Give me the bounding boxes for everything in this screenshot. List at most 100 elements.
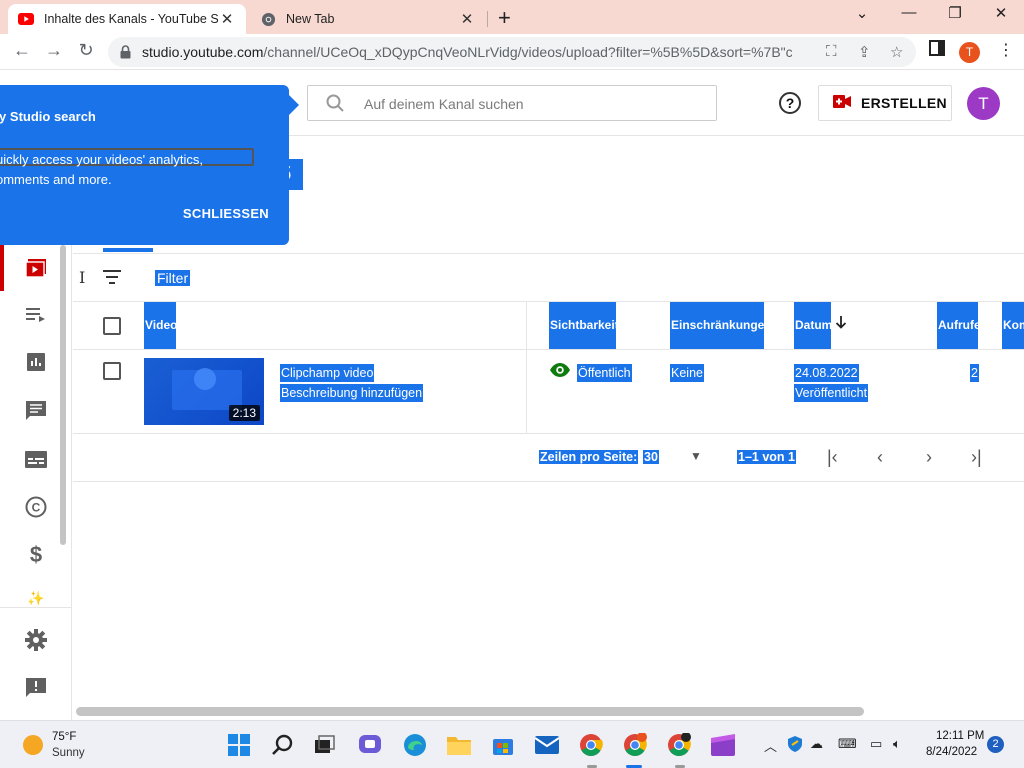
analytics-icon bbox=[27, 353, 45, 371]
last-page-icon[interactable]: ›| bbox=[971, 447, 982, 468]
column-header-date[interactable]: Datum bbox=[794, 302, 832, 349]
column-header-comments[interactable]: Kom bbox=[1002, 302, 1024, 349]
forward-icon[interactable]: → bbox=[42, 40, 66, 61]
help-icon[interactable]: ? bbox=[779, 92, 801, 114]
sidebar-item-settings[interactable] bbox=[24, 628, 48, 652]
video-thumbnail[interactable]: 2:13 bbox=[144, 358, 264, 425]
playlist-icon bbox=[26, 308, 45, 322]
tray-overflow-chevron-icon[interactable]: ︿ bbox=[764, 736, 777, 755]
clipchamp-icon[interactable] bbox=[710, 732, 736, 758]
dropdown-arrow-icon[interactable]: ▼ bbox=[690, 449, 702, 463]
weather-temperature[interactable]: 75°F bbox=[52, 731, 76, 743]
teams-chat-icon[interactable] bbox=[357, 732, 383, 758]
clock-date[interactable]: 8/24/2022 bbox=[926, 746, 977, 758]
sidebar-item-content[interactable] bbox=[24, 256, 48, 280]
column-header-video[interactable]: Video bbox=[144, 302, 177, 349]
customization-wand-icon[interactable]: ✨ bbox=[24, 590, 48, 606]
next-page-icon[interactable]: › bbox=[926, 447, 932, 468]
microsoft-store-icon[interactable] bbox=[490, 732, 516, 758]
sidebar-item-comments[interactable] bbox=[24, 398, 48, 422]
translate-icon[interactable]: ⛶ bbox=[826, 43, 837, 60]
filter-bar: I Filter bbox=[73, 253, 1024, 302]
table-header: Video Sichtbarkeit Einschränkungen Datum… bbox=[73, 302, 1024, 350]
horizontal-scrollbar[interactable] bbox=[76, 707, 864, 716]
volume-icon[interactable]: 🔈︎ bbox=[893, 736, 901, 752]
file-explorer-icon[interactable] bbox=[446, 732, 472, 758]
tab-close-icon[interactable]: ✕ bbox=[218, 10, 236, 28]
create-button[interactable]: ERSTELLEN bbox=[818, 85, 952, 121]
restore-icon[interactable]: ❐ bbox=[940, 4, 970, 22]
rows-per-page-label: Zeilen pro Seite: bbox=[539, 450, 639, 464]
security-shield-icon[interactable] bbox=[788, 736, 802, 755]
filter-icon[interactable] bbox=[103, 270, 121, 289]
back-icon[interactable]: ← bbox=[10, 40, 34, 61]
start-windows-icon[interactable] bbox=[226, 732, 252, 758]
column-header-visibility[interactable]: Sichtbarkeit bbox=[549, 302, 619, 349]
callout-close-button[interactable]: SCHLIESSEN bbox=[183, 206, 269, 221]
side-panel-icon[interactable] bbox=[929, 40, 945, 61]
browser-menu-icon[interactable]: ⋮ bbox=[998, 40, 1014, 60]
tab-search-chevron-icon[interactable]: ⌄ bbox=[847, 4, 877, 22]
chrome-profile-person-icon[interactable] bbox=[666, 732, 692, 758]
onedrive-cloud-icon[interactable]: ☁ bbox=[810, 736, 823, 752]
rows-per-page-value[interactable]: 30 bbox=[643, 450, 659, 464]
add-description-link[interactable]: Beschreibung hinzufügen bbox=[280, 384, 424, 402]
sidebar-divider bbox=[0, 607, 72, 608]
sidebar-item-feedback[interactable] bbox=[24, 676, 48, 700]
sort-arrow-down-icon[interactable] bbox=[835, 302, 847, 349]
tab-close-icon[interactable]: ✕ bbox=[458, 10, 476, 28]
visibility-status[interactable]: Öffentlich bbox=[577, 364, 632, 382]
keyboard-icon[interactable]: ⌨ bbox=[838, 736, 857, 752]
views-value: 2 bbox=[970, 364, 979, 382]
taskbar-search-icon[interactable] bbox=[270, 732, 296, 758]
channel-search-input[interactable]: Auf deinem Kanal suchen bbox=[307, 85, 717, 121]
table-row[interactable]: 2:13 Clipchamp video Beschreibung hinzuf… bbox=[73, 350, 1024, 434]
column-header-views[interactable]: Aufrufe bbox=[937, 302, 981, 349]
video-duration: 2:13 bbox=[228, 405, 260, 421]
edge-browser-icon[interactable] bbox=[402, 732, 428, 758]
visibility-eye-icon bbox=[550, 363, 570, 382]
sidebar-item-copyright[interactable]: C bbox=[24, 495, 48, 519]
address-bar[interactable]: studio.youtube.com/channel/UCeOq_xDQypCn… bbox=[108, 37, 916, 67]
column-header-restrictions[interactable]: Einschränkungen bbox=[670, 302, 772, 349]
previous-page-icon[interactable]: ‹ bbox=[877, 447, 883, 468]
minimize-icon[interactable]: — bbox=[894, 4, 924, 21]
youtube-favicon-icon bbox=[18, 11, 34, 27]
close-window-icon[interactable]: ✕ bbox=[986, 4, 1016, 22]
task-view-icon[interactable] bbox=[312, 732, 338, 758]
browser-tab-newtab[interactable]: New Tab ✕ bbox=[250, 4, 486, 34]
monetization-dollar-icon[interactable]: $ bbox=[24, 542, 48, 567]
sidebar-item-analytics[interactable] bbox=[24, 350, 48, 374]
mail-icon[interactable] bbox=[534, 732, 560, 758]
filter-input[interactable]: Filter bbox=[155, 270, 191, 286]
network-icon[interactable]: ▭ bbox=[870, 736, 882, 752]
chrome-icon[interactable] bbox=[578, 732, 604, 758]
first-page-icon[interactable]: |‹ bbox=[827, 447, 838, 468]
row-checkbox[interactable] bbox=[103, 362, 121, 380]
tab-title: New Tab bbox=[286, 12, 335, 26]
weather-condition[interactable]: Sunny bbox=[52, 747, 85, 759]
browser-profile-avatar[interactable]: T bbox=[959, 42, 980, 63]
reload-icon[interactable]: ↻ bbox=[74, 40, 98, 61]
sidebar-item-playlists[interactable] bbox=[24, 303, 48, 327]
new-tab-icon[interactable]: + bbox=[498, 5, 511, 31]
account-avatar[interactable]: T bbox=[967, 87, 1000, 120]
pagination-bar: Zeilen pro Seite: 30 ▼ 1–1 von 1 |‹ ‹ › … bbox=[73, 434, 1024, 482]
sidebar-scrollbar[interactable] bbox=[60, 245, 66, 545]
windows-taskbar: 75°F Sunny ︿ ☁ ⌨ ▭ 🔈︎ 12:11 PM 8/24/2022… bbox=[0, 720, 1024, 768]
clock-time[interactable]: 12:11 PM bbox=[936, 730, 984, 742]
select-all-checkbox[interactable] bbox=[103, 317, 121, 335]
thumbnail-figure bbox=[194, 368, 216, 390]
chrome-profile-t-icon[interactable] bbox=[622, 732, 648, 758]
sidebar-item-subtitles[interactable] bbox=[24, 447, 48, 471]
sun-weather-icon[interactable] bbox=[23, 735, 43, 755]
bookmark-star-icon[interactable]: ☆ bbox=[890, 43, 903, 61]
restrictions-value: Keine bbox=[670, 364, 704, 382]
share-icon[interactable]: ⇪ bbox=[858, 43, 871, 61]
chrome-favicon-icon bbox=[260, 11, 276, 27]
url-text: studio.youtube.com/channel/UCeOq_xDQypCn… bbox=[142, 44, 792, 60]
video-title[interactable]: Clipchamp video bbox=[280, 364, 375, 382]
text-cursor-icon: I bbox=[79, 268, 86, 287]
notification-badge[interactable]: 2 bbox=[987, 736, 1004, 753]
browser-tab-studio[interactable]: Inhalte des Kanals - YouTube Stu ✕ bbox=[8, 4, 246, 34]
